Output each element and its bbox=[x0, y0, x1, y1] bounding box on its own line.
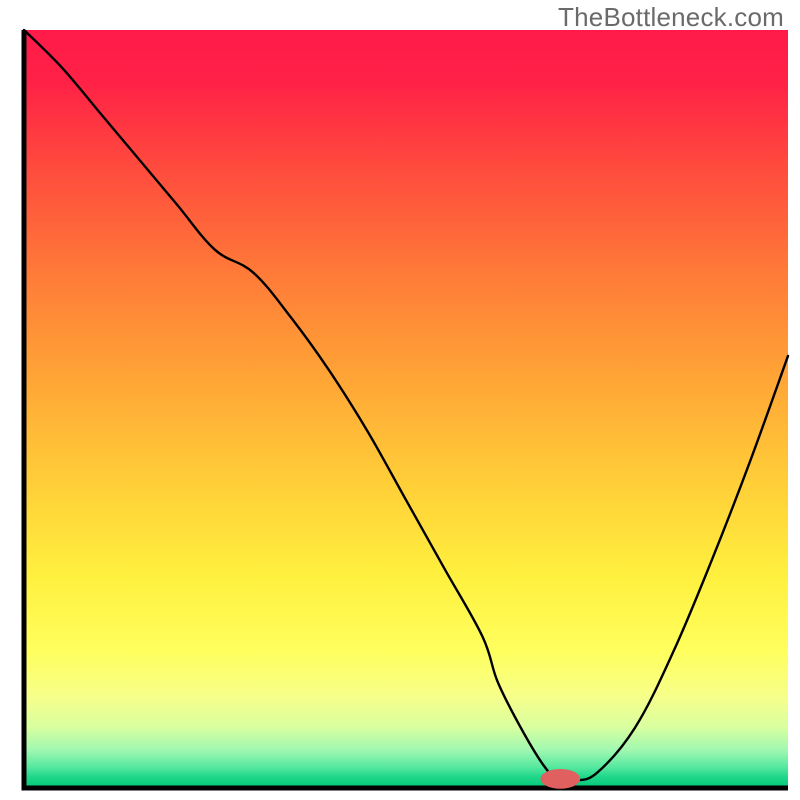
gradient-background bbox=[24, 30, 788, 788]
optimal-marker bbox=[540, 769, 580, 789]
chart-svg bbox=[0, 0, 800, 800]
bottleneck-chart: TheBottleneck.com bbox=[0, 0, 800, 800]
watermark-text: TheBottleneck.com bbox=[558, 2, 784, 33]
